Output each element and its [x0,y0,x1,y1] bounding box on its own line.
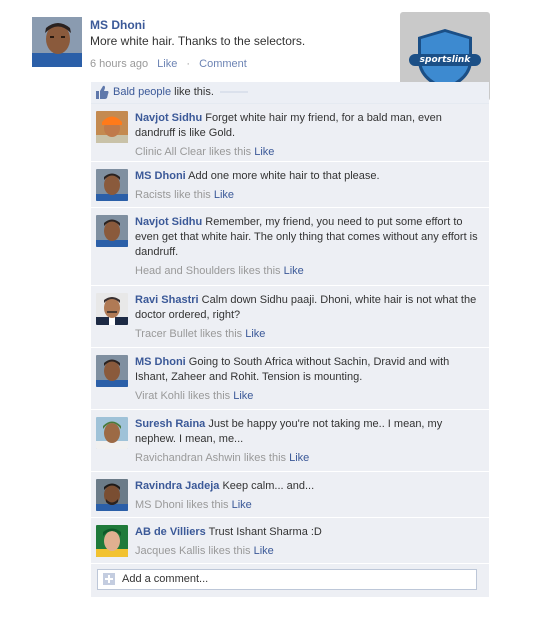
thumbs-up-icon [96,85,109,99]
comment-item: Navjot Sidhu Forget white hair my friend… [91,104,489,162]
comment-likes: Clinic All Clear likes this [135,146,252,158]
comment-item: Suresh Raina Just be happy you're not ta… [91,410,489,472]
comment-author[interactable]: MS Dhoni [135,170,186,182]
comment-author[interactable]: Navjot Sidhu [135,216,202,228]
add-comment-input[interactable]: Add a comment... [97,569,477,590]
comment-item: MS Dhoni Going to South Africa without S… [91,348,489,410]
post-text: More white hair. Thanks to the selectors… [90,34,306,48]
comment-text: Trust Ishant Sharma :D [208,526,322,538]
comment-likes: Jacques Kallis likes this [135,545,251,557]
commenter-avatar[interactable] [96,417,128,449]
commenter-avatar[interactable] [96,525,128,557]
commenter-avatar[interactable] [96,355,128,387]
comment-like-link[interactable]: Like [214,189,234,201]
add-comment-icon [103,573,115,585]
comment-author[interactable]: MS Dhoni [135,356,186,368]
likes-people-link[interactable]: Bald people [113,86,171,98]
comment-likes: MS Dhoni likes this [135,499,229,511]
post-comment-link[interactable]: Comment [199,58,247,70]
commenter-avatar[interactable] [96,479,128,511]
comment-item: MS Dhoni Add one more white hair to that… [91,162,489,208]
comment-thread: Bald people like this. Navjot Sidhu Forg… [91,82,489,597]
redacted-mark [219,91,248,94]
comment-body: MS Dhoni Going to South Africa without S… [135,355,485,404]
comment-body: AB de Villiers Trust Ishant Sharma :D Ja… [135,525,485,559]
comment-item: Ravindra Jadeja Keep calm... and... MS D… [91,472,489,518]
comment-body: Ravindra Jadeja Keep calm... and... MS D… [135,479,485,513]
add-comment-row: Add a comment... [91,564,489,597]
comment-likes: Tracer Bullet likes this [135,328,243,340]
post-author-avatar[interactable] [32,17,82,67]
comment-likes: Head and Shoulders likes this [135,265,281,277]
comment-like-link[interactable]: Like [232,499,252,511]
comment-author[interactable]: Navjot Sidhu [135,112,202,124]
comment-body: Ravi Shastri Calm down Sidhu paaji. Dhon… [135,293,485,342]
comment-meta: Clinic All Clear likes this Like [135,145,485,160]
likes-row: Bald people like this. [91,82,489,104]
comment-body: MS Dhoni Add one more white hair to that… [135,169,485,203]
comment-item: Navjot Sidhu Remember, my friend, you ne… [91,208,489,286]
meta-separator: · [186,58,191,70]
comment-author[interactable]: Ravi Shastri [135,294,199,306]
comment-text: Add one more white hair to that please. [188,170,380,182]
comment-like-link[interactable]: Like [254,545,274,557]
post-meta: 6 hours ago Like · Comment [90,57,390,71]
comment-likes: Ravichandran Ashwin likes this [135,452,287,464]
commenter-avatar[interactable] [96,215,128,247]
comment-likes: Racists like this [135,189,211,201]
comment-meta: Virat Kohli likes this Like [135,389,485,404]
post-body: MS Dhoni More white hair. Thanks to the … [90,17,390,71]
comment-meta: Ravichandran Ashwin likes this Like [135,451,485,466]
comment-body: Navjot Sidhu Remember, my friend, you ne… [135,215,485,279]
post-like-link[interactable]: Like [157,58,177,70]
comment-likes: Virat Kohli likes this [135,390,231,402]
comment-item: Ravi Shastri Calm down Sidhu paaji. Dhon… [91,286,489,348]
comment-body: Suresh Raina Just be happy you're not ta… [135,417,485,466]
post-timestamp[interactable]: 6 hours ago [90,58,148,70]
comment-text: Keep calm... and... [222,480,315,492]
post-author-name[interactable]: MS Dhoni [90,17,390,33]
comment-like-link[interactable]: Like [245,328,265,340]
comment-meta: Jacques Kallis likes this Like [135,544,485,559]
commenter-avatar[interactable] [96,293,128,325]
comment-author[interactable]: Suresh Raina [135,418,205,430]
comment-meta: Tracer Bullet likes this Like [135,327,485,342]
comment-like-link[interactable]: Like [233,390,253,402]
commenter-avatar[interactable] [96,111,128,143]
comment-meta: Racists like this Like [135,188,485,203]
comment-like-link[interactable]: Like [254,146,274,158]
comment-author[interactable]: Ravindra Jadeja [135,480,219,492]
comment-meta: Head and Shoulders likes this Like [135,264,485,279]
logo-text: sportslink [419,55,471,65]
comment-item: AB de Villiers Trust Ishant Sharma :D Ja… [91,518,489,564]
likes-suffix: like this. [174,86,214,98]
commenter-avatar[interactable] [96,169,128,201]
comment-body: Navjot Sidhu Forget white hair my friend… [135,111,485,160]
comment-author[interactable]: AB de Villiers [135,526,206,538]
comment-meta: MS Dhoni likes this Like [135,498,485,513]
add-comment-placeholder: Add a comment... [122,573,209,585]
comment-like-link[interactable]: Like [284,265,304,277]
comment-like-link[interactable]: Like [289,452,309,464]
